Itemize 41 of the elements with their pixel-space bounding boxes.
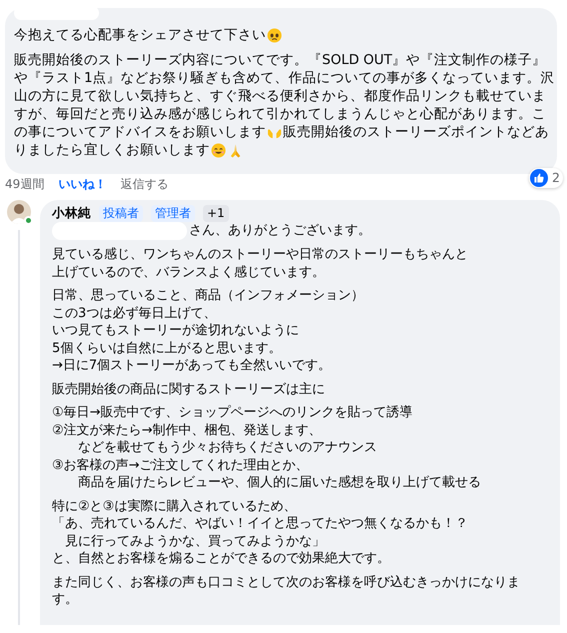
role-badge: 管理者 xyxy=(151,204,195,222)
comment-text: の事についてアドバイスをお願いします xyxy=(14,123,266,141)
reply-link[interactable]: 返信する xyxy=(120,176,168,192)
reply-text: 「あ、売れているんだ、やばい！イイと思ってたやつ無くなるかも！？ xyxy=(52,515,469,532)
role-badge: 投稿者 xyxy=(99,204,143,222)
reply-text: 特に②と③は実際に購入されているため、 xyxy=(52,498,298,515)
like-icon xyxy=(530,169,548,187)
avatar[interactable] xyxy=(7,200,31,224)
reply-text: また同じく、お客様の声も口コミとして次のお客様を呼び込むきっかけになりま xyxy=(52,574,521,591)
more-badge[interactable]: +1 xyxy=(203,204,229,222)
comment-text: すが、毎回だと売り込み感が感じられて引かれてしまうんじゃと心配があります。こ xyxy=(14,105,546,123)
comment-text: 今抱えてる心配事をシェアさせて下さい xyxy=(14,26,266,44)
online-status-dot xyxy=(24,216,33,225)
comment-text: 販売開始後のストーリーズポイントなどあ xyxy=(283,123,549,141)
reply-text: いつ見てもストーリーが途切れないように xyxy=(52,322,300,340)
timestamp: 49週間 xyxy=(5,176,44,192)
reply-text: と、自然とお客様を煽ることができるので効果絶大です。 xyxy=(52,550,391,568)
reply-text: 上げているので、バランスよく感じています。 xyxy=(52,264,326,281)
comment-text: や『ラスト1点』などお祭り騒ぎも含めて、作品についての事が多くなっています。沢 xyxy=(14,69,555,87)
reply-text: 5個くらいは自然に上がると思います。 xyxy=(52,340,282,357)
smile-icon xyxy=(211,142,226,158)
reply-text: 日常、思っていること、商品（インフォメーション） xyxy=(52,287,365,304)
reply-text: 見ている感じ、ワンちゃんのストーリーや日常のストーリーもちゃんと xyxy=(52,246,469,264)
reply-text: す。 xyxy=(52,591,79,608)
reaction-count[interactable]: 2 xyxy=(529,168,563,188)
reply-text: さん、ありがとうございます。 xyxy=(189,222,371,240)
comment-text: 山の方に見て欲しい気持ちと、すぐ飛べる便利さから、都度作品リンクも載せていま xyxy=(14,87,546,105)
sad-face-icon xyxy=(267,28,282,42)
reply-text: などを載せてもう少々お待ちくださいのアナウンス xyxy=(77,439,378,456)
comment-text: りましたら宜しくお願いします xyxy=(14,141,210,159)
like-link[interactable]: いいね！ xyxy=(58,176,106,192)
reply-text: ②注文が来たら→制作中、梱包、発送します、 xyxy=(52,422,323,439)
reply-text: →日に7個ストーリーがあっても全然いいです。 xyxy=(52,357,332,374)
reply-text: ③お客様の声→ご注文してくれた理由とか、 xyxy=(52,456,310,474)
author-name[interactable]: 小林純 xyxy=(52,204,91,222)
reply-text: この3つは必ず毎日上げて、 xyxy=(52,304,218,322)
reply-text: 販売開始後の商品に関するストーリーズは主に xyxy=(52,380,326,398)
reply-text: 商品を届けたらレビューや、個人的に届いた感想を取り上げて載せる xyxy=(77,474,482,492)
reply-text: 見に行ってみようかな、買ってみようかな」 xyxy=(64,532,326,550)
comment-text: 販売開始後のストーリーズ内容についてです。『SOLD OUT』や『注文制作の様子』 xyxy=(14,51,546,69)
reply-text: ①毎日→販売中です、ショップページへのリンクを貼って誘導 xyxy=(52,404,414,422)
